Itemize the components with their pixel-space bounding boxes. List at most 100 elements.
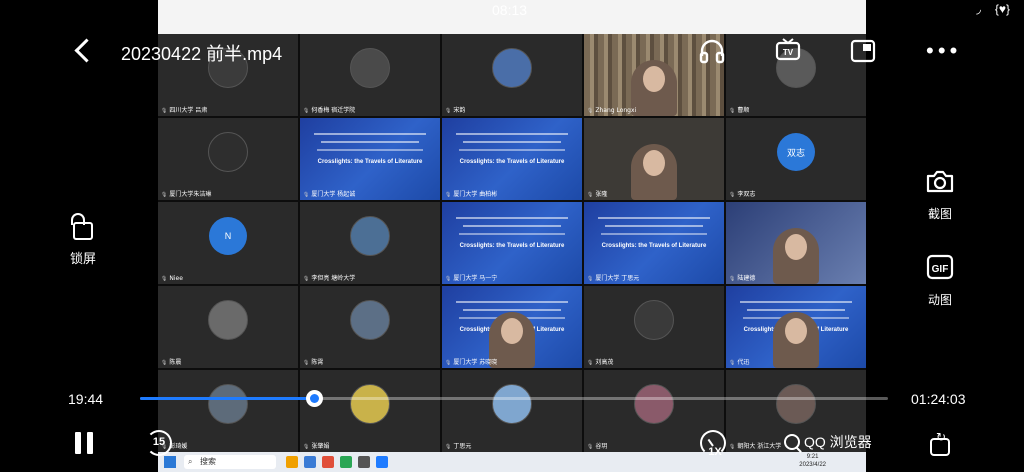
screen-lock-label: 锁屏: [69, 251, 96, 266]
playback-speed-label: 1X: [708, 446, 722, 458]
progress-bar[interactable]: [140, 390, 888, 407]
back-button[interactable]: [70, 34, 94, 68]
taskbar-app-icon: [304, 456, 316, 468]
taskbar-app-icon: [322, 456, 334, 468]
windows-start-icon: [164, 456, 176, 468]
participant-avatar-photo: [350, 384, 390, 425]
participant-name: 陆建德: [729, 273, 755, 282]
participant-tile[interactable]: 刘高茂: [584, 286, 724, 368]
participant-tile[interactable]: 彭琦媛: [158, 370, 298, 452]
participant-avatar-photo: [634, 300, 674, 341]
participant-tile[interactable]: 双志李双志: [726, 118, 866, 200]
participant-name: 宋韵: [445, 105, 465, 114]
participant-tile[interactable]: Crosslights: the Travels of Literature 厦门…: [442, 202, 582, 284]
participant-name: 张肇娟: [303, 441, 329, 450]
participant-name: Zhang Longxi: [587, 107, 636, 114]
participant-tile[interactable]: 宋韵: [442, 34, 582, 116]
rotate-screen-button[interactable]: ↻: [926, 430, 954, 458]
shared-slide: Crosslights: the Travels of Literature: [442, 202, 582, 284]
participant-name: 厦门大学 苏晓晓: [445, 357, 497, 366]
participant-tile[interactable]: Crosslights: the Travels of Literature厦门…: [442, 286, 582, 368]
participant-tile[interactable]: 陆建德: [726, 202, 866, 284]
participant-avatar-photo: [776, 384, 816, 425]
screenshot-button[interactable]: 截图: [922, 168, 958, 222]
participant-name: 陈晨: [161, 357, 181, 366]
participant-name: 代迅: [729, 357, 749, 366]
participant-avatar-photo: [208, 384, 248, 425]
picture-in-picture-icon[interactable]: [848, 36, 878, 66]
participant-video: [631, 144, 677, 200]
unlock-icon: [71, 213, 93, 240]
camera-icon: [926, 170, 954, 193]
participant-name: 朝阳大 浙江大学: [729, 441, 781, 450]
screen-lock-button[interactable]: 锁屏: [66, 210, 100, 267]
gif-button[interactable]: GIF 动图: [922, 254, 958, 308]
skip-seconds-label: 15: [152, 436, 166, 448]
participant-tile[interactable]: Crosslights: the Travels of Literature 厦门…: [442, 118, 582, 200]
meeting-participant-grid: 四川大学 吕肃 何香梅 宿迁学院 宋韵 Zhang Longxi 曹顺厦门大学朱洁琳 Cr…: [158, 34, 866, 452]
taskbar-clock: 9:21 2023/4/22: [799, 453, 826, 469]
skip-forward-button[interactable]: 15: [146, 430, 172, 456]
slide-caption: Crosslights: the Travels of Literature: [459, 159, 565, 165]
browser-brand-label: QQ 浏览器: [804, 434, 872, 450]
progress-fill: [140, 397, 315, 400]
shared-slide: Crosslights: the Travels of Literature: [442, 118, 582, 200]
participant-tile[interactable]: 陈霄: [300, 286, 440, 368]
taskbar-app-icon: [340, 456, 352, 468]
participant-tile[interactable]: 张肇娟: [300, 370, 440, 452]
taskbar-clock-time: 9:21: [806, 454, 819, 460]
gif-icon-label: GIF: [932, 264, 949, 275]
slide-caption: Crosslights: the Travels of Literature: [317, 159, 423, 165]
participant-tile[interactable]: 厦门大学朱洁琳: [158, 118, 298, 200]
video-frame[interactable]: 四川大学 吕肃 何香梅 宿迁学院 宋韵 Zhang Longxi 曹顺厦门大学朱洁琳 Cr…: [158, 0, 866, 472]
participant-name: 李但亮 塘岭大学: [303, 273, 355, 282]
participant-name: 厦门大学 马一宁: [445, 273, 497, 282]
pause-button[interactable]: [72, 430, 98, 456]
participant-avatar-photo: [208, 300, 248, 341]
participant-tile[interactable]: 陈晨: [158, 286, 298, 368]
rotate-arrow-icon: ↻: [936, 430, 947, 444]
participant-avatar-photo: [208, 132, 248, 173]
participant-tile[interactable]: 李但亮 塘岭大学: [300, 202, 440, 284]
participant-name: 张隆: [587, 189, 607, 198]
participant-name: 曹顺: [729, 105, 749, 114]
gif-icon: GIF: [926, 254, 954, 280]
total-duration: 01:24:03: [911, 391, 966, 407]
participant-tile[interactable]: Crosslights: the Travels of Literature代迅: [726, 286, 866, 368]
participant-tile[interactable]: Crosslights: the Travels of Literature 厦门…: [300, 118, 440, 200]
participant-tile[interactable]: 张隆: [584, 118, 724, 200]
wifi-icon: ◞: [976, 2, 981, 16]
taskbar-search-box: 搜索: [184, 455, 276, 469]
gif-label: 动图: [927, 293, 952, 307]
tv-cast-button[interactable]: TV: [773, 36, 803, 66]
participant-avatar-photo: [492, 384, 532, 425]
participant-tile[interactable]: 何香梅 宿迁学院: [300, 34, 440, 116]
participant-name: Niee: [161, 275, 183, 282]
participant-tile[interactable]: N Niee: [158, 202, 298, 284]
more-options-button[interactable]: • • •: [926, 38, 957, 64]
shared-slide: Crosslights: the Travels of Literature: [584, 202, 724, 284]
participant-avatar-photo: [350, 48, 390, 89]
participant-name: 厦门大学 曲柏彬: [445, 189, 497, 198]
participant-video: [773, 312, 819, 368]
windows-taskbar: 搜索 9:21 2023/4/22: [158, 452, 866, 472]
headphones-icon[interactable]: [697, 36, 727, 66]
slide-caption: Crosslights: the Travels of Literature: [459, 243, 565, 249]
taskbar-app-icon: [358, 456, 370, 468]
qq-browser-logo-icon: [784, 434, 800, 450]
participant-avatar-photo: [350, 216, 390, 257]
participant-avatar-photo: [350, 300, 390, 341]
participant-name: 厦门大学朱洁琳: [161, 189, 211, 198]
current-time: 19:44: [68, 391, 104, 407]
participant-name: 厦门大学 杨起诚: [303, 189, 355, 198]
participant-avatar-photo: [634, 384, 674, 425]
browser-brand: QQ 浏览器: [784, 432, 872, 452]
participant-tile[interactable]: 丁思元: [442, 370, 582, 452]
status-bar-icons: ◞ {♥}: [976, 2, 1010, 16]
video-title: 20230422 前半.mp4: [121, 44, 283, 64]
playback-speed-button[interactable]: 1X: [700, 430, 730, 460]
slide-caption: Crosslights: the Travels of Literature: [601, 243, 707, 249]
participant-name: 四川大学 吕肃: [161, 105, 207, 114]
participant-tile[interactable]: Crosslights: the Travels of Literature厦门…: [584, 202, 724, 284]
participant-name: 陈霄: [303, 357, 323, 366]
